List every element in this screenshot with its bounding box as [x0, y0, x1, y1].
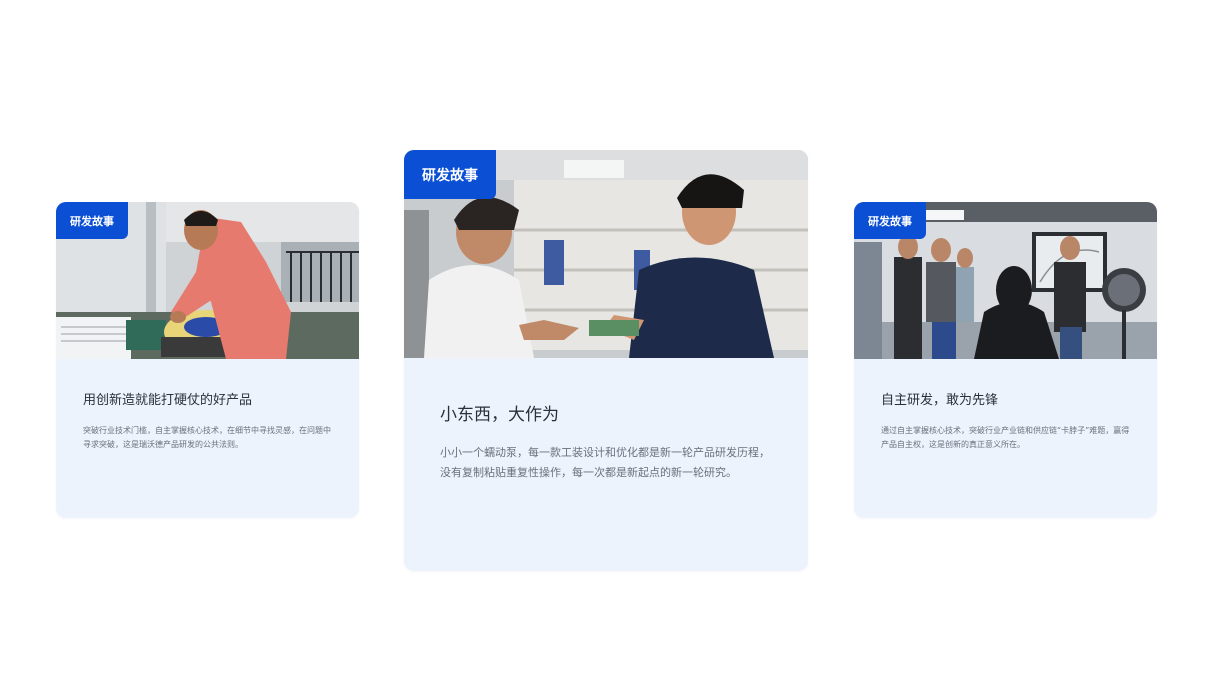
story-tag-center: 研发故事: [404, 150, 496, 199]
story-carousel: 研发故事 用创新造就能打硬仗的好产品 突破行业技术门槛，自主掌握核心技术，在细节…: [0, 0, 1215, 700]
story-content-left: 用创新造就能打硬仗的好产品 突破行业技术门槛，自主掌握核心技术，在细节中寻找灵感…: [56, 359, 359, 452]
story-tag-left: 研发故事: [56, 202, 128, 239]
story-description-left: 突破行业技术门槛，自主掌握核心技术，在细节中寻找灵感，在问题中寻求突破，这是瑞沃…: [83, 426, 331, 449]
story-title-right: 自主研发，敢为先锋: [881, 393, 999, 408]
story-card-center[interactable]: 研发故事 小东西，大作为 小小一个蠕动泵，每一款工装设计和优化都是新一轮产品研发…: [404, 150, 808, 571]
story-description-center: 小小一个蠕动泵，每一款工装设计和优化都是新一轮产品研发历程，没有复制粘贴重复性操…: [440, 446, 770, 479]
story-photo-center: 研发故事: [404, 150, 808, 358]
story-content-center: 小东西，大作为 小小一个蠕动泵，每一款工装设计和优化都是新一轮产品研发历程，没有…: [404, 358, 808, 483]
story-description-right: 通过自主掌握核心技术，突破行业产业链和供应链“卡脖子”难题，赢得产品自主权，这是…: [881, 426, 1130, 449]
story-card-right[interactable]: 研发故事 自主研发，敢为先锋 通过自主掌握核心技术，突破行业产业链和供应链“卡脖…: [854, 202, 1157, 518]
story-tag-right: 研发故事: [854, 202, 926, 239]
story-title-center: 小东西，大作为: [440, 405, 559, 425]
story-content-right: 自主研发，敢为先锋 通过自主掌握核心技术，突破行业产业链和供应链“卡脖子”难题，…: [854, 359, 1157, 452]
story-photo-right: 研发故事: [854, 202, 1157, 359]
story-card-left[interactable]: 研发故事 用创新造就能打硬仗的好产品 突破行业技术门槛，自主掌握核心技术，在细节…: [56, 202, 359, 518]
story-title-left: 用创新造就能打硬仗的好产品: [83, 393, 253, 408]
story-photo-left: 研发故事: [56, 202, 359, 359]
